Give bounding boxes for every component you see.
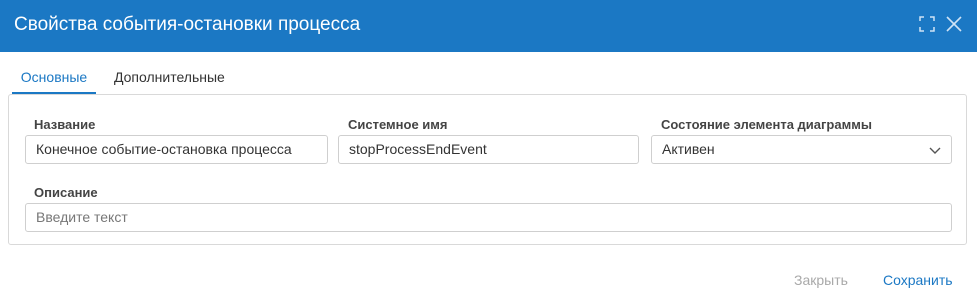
close-icon[interactable] (945, 14, 965, 36)
description-label: Описание (34, 185, 98, 200)
description-field[interactable]: Введите текст (25, 203, 952, 232)
system-name-label: Системное имя (348, 117, 448, 132)
dialog-title: Свойства события-остановки процесса (14, 14, 361, 35)
state-label: Состояние элемента диаграммы (661, 117, 872, 132)
tab-main[interactable]: Основные (12, 66, 96, 94)
state-select-value: Активен (662, 141, 715, 157)
expand-icon[interactable] (918, 14, 938, 36)
close-button[interactable]: Закрыть (794, 271, 848, 289)
form-panel: Название Конечное событие-остановка проц… (8, 94, 967, 245)
save-button[interactable]: Сохранить (883, 271, 953, 289)
chevron-down-icon (929, 147, 941, 154)
name-field[interactable]: Конечное событие-остановка процесса (25, 135, 328, 164)
state-select[interactable]: Активен (651, 135, 952, 164)
system-name-field[interactable]: stopProcessEndEvent (338, 135, 639, 164)
tab-additional[interactable]: Дополнительные (110, 66, 229, 92)
name-label: Название (34, 117, 96, 132)
dialog-titlebar: Свойства события-остановки процесса (0, 0, 977, 52)
